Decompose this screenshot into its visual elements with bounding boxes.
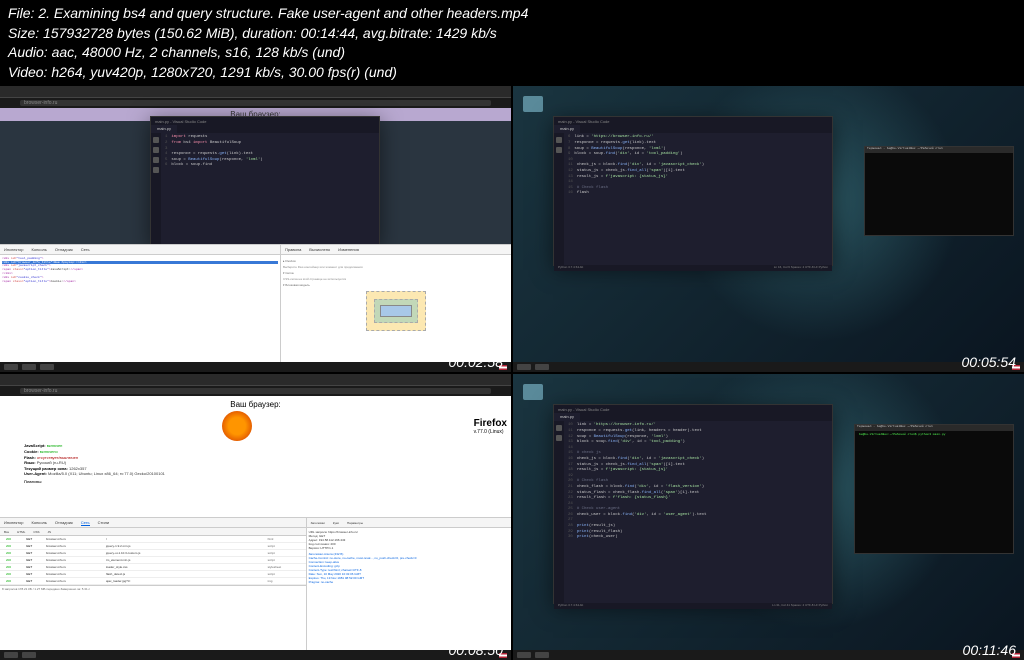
activity-bar[interactable] (554, 421, 564, 603)
html-tree[interactable]: <div id="tool_padding"> <div id="browser… (0, 255, 280, 286)
browser-url-bar[interactable]: browser-info.ru (0, 98, 511, 108)
devtools-tabs[interactable]: Инспектор Консоль Отладчик Сеть Стили (0, 518, 306, 528)
editor-tab[interactable]: main.py (554, 413, 580, 421)
thumbnail-2: main.py - Visual Studio Code main.py 6li… (513, 86, 1024, 372)
network-table[interactable]: 200GETbrowser-info.ru/html200GETbrowser-… (0, 536, 306, 585)
network-row[interactable]: 200GETbrowser-info.ruloader_style.csssty… (0, 564, 306, 571)
code-editor[interactable]: 6link = 'https://browser-info.ru/' 7resp… (564, 133, 832, 265)
taskbar[interactable] (0, 362, 511, 372)
vscode-window[interactable]: main.py - Visual Studio Code main.py 1im… (150, 116, 380, 246)
status-bar: Python 3.7.4 64-bitLn 16, Col 6 Spaces: … (554, 265, 832, 271)
vscode-window[interactable]: main.py - Visual Studio Code main.py 10l… (553, 404, 833, 604)
request-details: URL запроса: https://browser-info.ru/ Ме… (307, 528, 511, 586)
browser-titlebar (0, 86, 511, 98)
code-editor[interactable]: 10link = 'https://browser-info.ru/' 11re… (564, 421, 832, 603)
vscode-titlebar: main.py - Visual Studio Code (151, 117, 379, 125)
task-item[interactable] (517, 652, 531, 658)
url-input[interactable]: browser-info.ru (20, 100, 491, 106)
network-row[interactable]: 200GETbrowser-info.rujquery-ui-1.10.3.cu… (0, 550, 306, 557)
network-filter-tabs[interactable]: Все HTML CSS JS (0, 528, 306, 536)
task-item[interactable] (4, 652, 18, 658)
folder-icon[interactable] (523, 384, 543, 400)
network-row[interactable]: 200GETbrowser-info.rutm_element.min.jssc… (0, 557, 306, 564)
vscode-window[interactable]: main.py - Visual Studio Code main.py 6li… (553, 116, 833, 266)
code-editor[interactable]: 1import requests 2from bs4 import Beauti… (161, 133, 379, 245)
devtools-tabs[interactable]: Инспектор Консоль Отладчик Сеть (0, 245, 280, 255)
file-line: File: 2. Examining bs4 and query structu… (8, 4, 1016, 24)
timestamp: 00:02:58 (449, 354, 504, 370)
tab-debugger[interactable]: Отладчик (55, 247, 73, 252)
task-item[interactable] (535, 652, 549, 658)
url-input[interactable]: browser-info.ru (20, 388, 491, 394)
task-item[interactable] (22, 364, 36, 370)
browser-url-bar[interactable]: browser-info.ru (0, 386, 511, 396)
activity-bar[interactable] (151, 133, 161, 245)
terminal-titlebar: Терминал - be@be-VirtualBox ~/Рабочий ст… (855, 425, 1013, 431)
thumbnail-grid: browser-info.ru Ваш браузер: main.py - V… (0, 86, 1024, 660)
vscode-titlebar: main.py - Visual Studio Code (554, 117, 832, 125)
folder-icon[interactable] (523, 96, 543, 112)
status-bar: Python 3.7.4 64-bitLn 31, Col 41 Spaces:… (554, 603, 832, 609)
taskbar[interactable] (513, 650, 1024, 660)
tab-console[interactable]: Консоль (32, 247, 47, 252)
tab-network[interactable]: Сеть (81, 247, 90, 252)
network-row[interactable]: 200GETbrowser-info.ruflash_detect.jsscri… (0, 571, 306, 578)
browser-titlebar (0, 374, 511, 386)
browser-info-list: JavaScript: включен Cookie: включено Fla… (24, 443, 487, 484)
task-item[interactable] (517, 364, 531, 370)
css-tabs[interactable]: Правила Вычислено Изменения (281, 245, 511, 255)
vscode-titlebar: main.py - Visual Studio Code (554, 405, 832, 413)
debug-icon[interactable] (153, 167, 159, 173)
tab-inspector[interactable]: Инспектор (4, 247, 24, 252)
network-row[interactable]: 200GETbrowser-info.ru/html (0, 536, 306, 543)
browser-version: v.77.0 (Linux) (474, 429, 507, 435)
media-info-header: File: 2. Examining bs4 and query structu… (0, 0, 1024, 86)
layout-panel: ▸ Flexbox Выберите Flex-контейнер или эл… (281, 255, 511, 337)
search-icon[interactable] (556, 147, 562, 153)
request-panel-tabs[interactable]: Заголовки Куки Параметры (307, 518, 511, 528)
thumbnail-4: main.py - Visual Studio Code main.py 10l… (513, 374, 1024, 660)
timestamp: 00:05:54 (962, 354, 1017, 370)
terminal-prompt: be@be-VirtualBox:~/Рабочий стол$ python3… (859, 433, 1009, 436)
network-summary: 8 запросов 178.21 КБ / 1.27 МБ передано … (0, 585, 306, 592)
browser-name: Firefox (474, 418, 507, 429)
devtools-panel[interactable]: Инспектор Консоль Отладчик Сеть <div id=… (0, 244, 511, 373)
editor-tab[interactable]: main.py (554, 125, 580, 133)
audio-line: Audio: aac, 48000 Hz, 2 channels, s16, 1… (8, 43, 1016, 63)
taskbar[interactable] (513, 362, 1024, 372)
page-heading: Ваш браузер: (4, 400, 507, 409)
network-row[interactable]: 200GETbrowser-info.ruajax_loader.jpg?t=i… (0, 578, 306, 585)
task-item[interactable] (40, 364, 54, 370)
files-icon[interactable] (556, 137, 562, 143)
activity-bar[interactable] (554, 133, 564, 265)
terminal-window[interactable]: Терминал - be@be-VirtualBox ~/Рабочий ст… (864, 146, 1014, 236)
devtools-panel[interactable]: Инспектор Консоль Отладчик Сеть Стили Вс… (0, 517, 511, 660)
git-icon[interactable] (153, 157, 159, 163)
network-row[interactable]: 200GETbrowser-info.rujquery-1.9.2.min.js… (0, 543, 306, 550)
search-icon[interactable] (153, 147, 159, 153)
terminal-window[interactable]: Терминал - be@be-VirtualBox ~/Рабочий ст… (854, 424, 1014, 554)
search-icon[interactable] (556, 435, 562, 441)
video-line: Video: h264, yuv420p, 1280x720, 1291 kb/… (8, 63, 1016, 83)
thumbnail-3: browser-info.ru Ваш браузер: Firefox v.7… (0, 374, 511, 660)
editor-tab[interactable]: main.py (151, 125, 177, 133)
box-model-diagram (366, 291, 426, 331)
terminal-titlebar: Терминал - be@be-VirtualBox ~/Рабочий ст… (865, 147, 1013, 153)
thumbnail-1: browser-info.ru Ваш браузер: main.py - V… (0, 86, 511, 372)
task-item[interactable] (4, 364, 18, 370)
files-icon[interactable] (556, 425, 562, 431)
timestamp: 00:08:50 (449, 642, 504, 658)
size-line: Size: 157932728 bytes (150.62 MiB), dura… (8, 24, 1016, 44)
task-item[interactable] (535, 364, 549, 370)
files-icon[interactable] (153, 137, 159, 143)
firefox-logo-icon (222, 411, 252, 441)
timestamp: 00:11:46 (963, 642, 1016, 658)
taskbar[interactable] (0, 650, 511, 660)
task-item[interactable] (22, 652, 36, 658)
